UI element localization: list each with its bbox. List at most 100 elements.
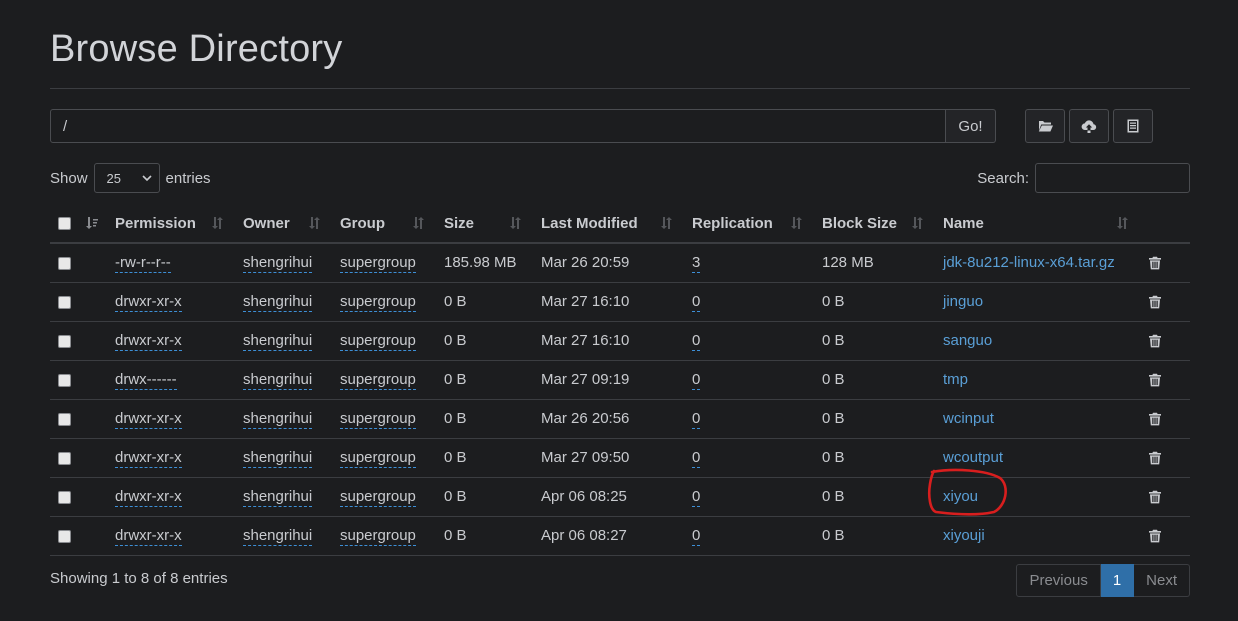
row-select-cell xyxy=(50,438,107,478)
file-name-link[interactable]: wcoutput xyxy=(943,449,1003,466)
cell-block-size: 128 MB xyxy=(814,243,935,283)
upload-button[interactable] xyxy=(1069,109,1109,143)
group-editable[interactable]: supergroup xyxy=(340,371,416,390)
sort-icon xyxy=(510,217,521,229)
column-header-replication[interactable]: Replication xyxy=(684,204,814,244)
file-name-link[interactable]: jdk-8u212-linux-x64.tar.gz xyxy=(943,254,1115,271)
row-actions-cell xyxy=(1140,282,1190,322)
replication-editable[interactable]: 0 xyxy=(692,449,701,468)
cut-paste-button[interactable] xyxy=(1113,109,1153,143)
file-name-link[interactable]: sanguo xyxy=(943,332,992,349)
file-name-link[interactable]: wcinput xyxy=(943,410,994,427)
size-value: 0 B xyxy=(444,488,467,505)
cell-name: wcoutput xyxy=(935,438,1140,478)
trash-icon[interactable] xyxy=(1148,529,1162,543)
permission-editable[interactable]: drwxr-xr-x xyxy=(115,410,182,429)
group-editable[interactable]: supergroup xyxy=(340,410,416,429)
cell-modified: Apr 06 08:25 xyxy=(533,477,684,517)
owner-editable[interactable]: shengrihui xyxy=(243,449,313,468)
trash-icon[interactable] xyxy=(1148,334,1162,348)
file-name-link[interactable]: tmp xyxy=(943,371,968,388)
owner-editable[interactable]: shengrihui xyxy=(243,488,313,507)
block-size-value: 0 B xyxy=(822,488,845,505)
cell-size: 0 B xyxy=(436,477,533,517)
replication-editable[interactable]: 0 xyxy=(692,410,701,429)
permission-editable[interactable]: drwx------ xyxy=(115,371,177,390)
trash-icon[interactable] xyxy=(1148,373,1162,387)
group-editable[interactable]: supergroup xyxy=(340,527,416,546)
previous-page-button[interactable]: Previous xyxy=(1016,564,1101,597)
group-editable[interactable]: supergroup xyxy=(340,332,416,351)
replication-editable[interactable]: 0 xyxy=(692,527,701,546)
column-header-size[interactable]: Size xyxy=(436,204,533,244)
size-value: 0 B xyxy=(444,527,467,544)
search-input[interactable] xyxy=(1035,163,1190,193)
row-select-cell xyxy=(50,360,107,400)
go-button[interactable]: Go! xyxy=(946,109,996,143)
cell-owner: shengrihui xyxy=(235,243,332,283)
trash-icon[interactable] xyxy=(1148,412,1162,426)
trash-icon[interactable] xyxy=(1148,295,1162,309)
entries-select[interactable]: 25 xyxy=(93,163,160,193)
group-editable[interactable]: supergroup xyxy=(340,488,416,507)
owner-editable[interactable]: shengrihui xyxy=(243,332,313,351)
column-header-group[interactable]: Group xyxy=(332,204,436,244)
owner-editable[interactable]: shengrihui xyxy=(243,410,313,429)
trash-icon[interactable] xyxy=(1148,451,1162,465)
file-name-link[interactable]: jinguo xyxy=(943,293,983,310)
cell-size: 0 B xyxy=(436,360,533,400)
row-checkbox[interactable] xyxy=(58,451,71,465)
row-checkbox[interactable] xyxy=(58,412,71,426)
replication-editable[interactable]: 0 xyxy=(692,488,701,507)
column-label: Owner xyxy=(243,214,290,232)
column-header-owner[interactable]: Owner xyxy=(235,204,332,244)
permission-editable[interactable]: drwxr-xr-x xyxy=(115,527,182,546)
permission-editable[interactable]: drwxr-xr-x xyxy=(115,332,182,351)
table-row: drwx------ shengrihui supergroup 0 B Mar 27 … xyxy=(50,360,1190,400)
owner-editable[interactable]: shengrihui xyxy=(243,371,313,390)
owner-editable[interactable]: shengrihui xyxy=(243,527,313,546)
row-actions-cell xyxy=(1140,438,1190,478)
cell-name: xiyouji xyxy=(935,516,1140,556)
size-value: 185.98 MB xyxy=(444,254,517,272)
row-checkbox[interactable] xyxy=(58,373,71,387)
owner-editable[interactable]: shengrihui xyxy=(243,254,313,274)
cell-group: supergroup xyxy=(332,360,436,400)
row-checkbox[interactable] xyxy=(58,334,71,348)
page-1-button[interactable]: 1 xyxy=(1100,564,1135,597)
row-checkbox[interactable] xyxy=(58,490,71,504)
group-editable[interactable]: supergroup xyxy=(340,449,416,468)
row-checkbox[interactable] xyxy=(58,256,71,270)
column-header-last-modified[interactable]: Last Modified xyxy=(533,204,684,244)
owner-editable[interactable]: shengrihui xyxy=(243,293,313,312)
replication-editable[interactable]: 3 xyxy=(692,254,701,274)
column-header-name[interactable]: Name xyxy=(935,204,1140,244)
group-editable[interactable]: supergroup xyxy=(340,254,416,274)
permission-editable[interactable]: drwxr-xr-x xyxy=(115,293,182,312)
trash-icon[interactable] xyxy=(1148,490,1162,504)
row-checkbox[interactable] xyxy=(58,529,71,543)
permission-editable[interactable]: -rw-r--r-- xyxy=(115,254,171,274)
group-editable[interactable]: supergroup xyxy=(340,293,416,312)
cell-block-size: 0 B xyxy=(814,516,935,556)
file-name-link[interactable]: xiyou xyxy=(943,488,978,505)
table-row: -rw-r--r-- shengrihui supergroup 185.98 MB M… xyxy=(50,243,1190,283)
cell-size: 0 B xyxy=(436,321,533,361)
replication-editable[interactable]: 0 xyxy=(692,332,701,351)
create-directory-button[interactable] xyxy=(1025,109,1065,143)
cell-owner: shengrihui xyxy=(235,516,332,556)
permission-editable[interactable]: drwxr-xr-x xyxy=(115,449,182,468)
row-checkbox[interactable] xyxy=(58,295,71,309)
trash-icon[interactable] xyxy=(1148,256,1162,270)
path-input[interactable] xyxy=(50,109,946,143)
replication-editable[interactable]: 0 xyxy=(692,293,701,312)
modified-value: Apr 06 08:25 xyxy=(541,488,627,505)
select-all-checkbox[interactable] xyxy=(58,217,71,231)
next-page-button[interactable]: Next xyxy=(1134,564,1190,597)
sort-icon[interactable] xyxy=(85,216,99,230)
permission-editable[interactable]: drwxr-xr-x xyxy=(115,488,182,507)
replication-editable[interactable]: 0 xyxy=(692,371,701,390)
column-header-block-size[interactable]: Block Size xyxy=(814,204,935,244)
column-header-permission[interactable]: Permission xyxy=(107,204,235,244)
file-name-link[interactable]: xiyouji xyxy=(943,527,985,544)
